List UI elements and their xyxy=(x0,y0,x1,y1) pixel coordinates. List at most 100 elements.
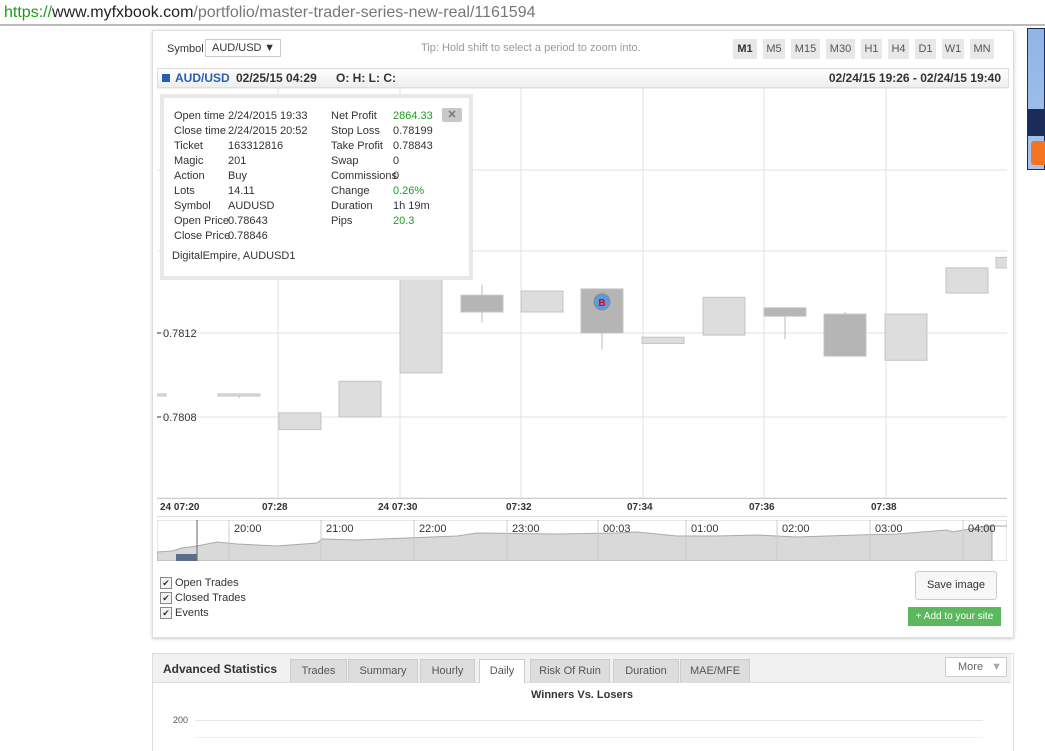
gridline xyxy=(195,737,983,738)
zoom-tip: Tip: Hold shift to select a period to zo… xyxy=(421,42,641,54)
header-symbol: AUD/USD xyxy=(175,71,230,85)
timeframe-h4[interactable]: H4 xyxy=(888,39,909,59)
tooltip-label: Symbol xyxy=(174,200,211,212)
candle-body xyxy=(460,294,504,313)
gridline xyxy=(195,720,983,721)
tab-trades[interactable]: Trades xyxy=(290,659,347,682)
candle[interactable] xyxy=(641,336,685,344)
candle[interactable] xyxy=(217,393,261,399)
candle-body xyxy=(157,393,167,397)
candle[interactable] xyxy=(995,256,1007,269)
timeframe-m1[interactable]: M1 xyxy=(733,39,757,59)
header-range: 02/24/15 19:26 - 02/24/15 19:40 xyxy=(828,71,1001,85)
tooltip-label: Duration xyxy=(331,200,373,212)
candle[interactable] xyxy=(823,312,867,357)
tooltip-value: Buy xyxy=(228,170,247,182)
checkbox-open-trades[interactable]: ✔ Open Trades xyxy=(160,577,246,589)
checkbox-checked-icon[interactable]: ✔ xyxy=(160,592,172,604)
y-tick: 200 xyxy=(173,715,189,725)
tooltip-value: 0.78843 xyxy=(393,140,433,152)
timeframe-w1[interactable]: W1 xyxy=(942,39,964,59)
tooltip-label: Close Price xyxy=(174,230,231,242)
dropdown-arrow-icon: ▼ xyxy=(991,661,1002,673)
chart-header: AUD/USD 02/25/15 04:29 O: H: L: C: 02/24… xyxy=(157,68,1009,88)
navigator[interactable]: 20:00 21:00 22:00 23:00 00:03 01:00 02:00 03:00… xyxy=(157,520,1007,561)
tooltip-value: 0.78643 xyxy=(228,215,268,227)
tab-summary[interactable]: Summary xyxy=(348,659,418,682)
candle[interactable] xyxy=(763,307,807,340)
timeframe-m30[interactable]: M30 xyxy=(826,39,855,59)
tooltip-label: Change xyxy=(331,185,370,197)
tooltip-label: Open time xyxy=(174,110,225,122)
tooltip-value: 0.26% xyxy=(393,185,425,197)
y-tick-label: 0.7808 xyxy=(163,412,197,424)
tooltip-label: Open Price xyxy=(174,215,230,227)
candle[interactable] xyxy=(460,284,504,323)
checkbox-checked-icon[interactable]: ✔ xyxy=(160,607,172,619)
timeframe-m5[interactable]: M5 xyxy=(763,39,785,59)
tooltip-label: Swap xyxy=(331,155,359,167)
tab-duration[interactable]: Duration xyxy=(613,659,679,682)
candle-body xyxy=(995,256,1007,269)
navigator-label: 01:00 xyxy=(691,523,719,535)
candle-body xyxy=(520,290,564,313)
x-tick-label: 07:34 xyxy=(627,502,653,513)
checkbox-checked-icon[interactable]: ✔ xyxy=(160,577,172,589)
tooltip-value: 20.3 xyxy=(393,215,415,227)
tooltip-label: Action xyxy=(174,170,205,182)
candle[interactable] xyxy=(338,380,382,418)
candle-body xyxy=(399,269,443,374)
checkbox-label: Events xyxy=(175,607,209,619)
tooltip-label: Lots xyxy=(174,185,195,197)
checkbox-label: Open Trades xyxy=(175,577,239,589)
tooltip-value: 201 xyxy=(228,155,247,167)
add-to-site-button[interactable]: + Add to your site xyxy=(908,607,1001,626)
timeframe-buttons: M1 M5 M15 M30 H1 H4 D1 W1 MN xyxy=(733,39,994,59)
timeframe-d1[interactable]: D1 xyxy=(915,39,936,59)
tooltip-value: 14.11 xyxy=(228,185,255,197)
candle[interactable] xyxy=(884,313,928,361)
x-tick-label: 07:38 xyxy=(871,502,897,513)
address-bar[interactable]: https://www.myfxbook.com/portfolio/maste… xyxy=(0,0,1045,26)
timeframe-h1[interactable]: H1 xyxy=(861,39,882,59)
checkbox-closed-trades[interactable]: ✔ Closed Trades xyxy=(160,592,246,604)
tab-mae-mfe[interactable]: MAE/MFE xyxy=(680,659,750,682)
symbol-select[interactable]: AUD/USD ▼ xyxy=(205,39,281,57)
candle-body xyxy=(338,380,382,418)
candle-body xyxy=(702,296,746,336)
more-dropdown[interactable]: More ▼ xyxy=(945,657,1007,677)
candle[interactable] xyxy=(399,269,443,374)
candle[interactable] xyxy=(702,296,746,336)
x-tick-label: 24 07:30 xyxy=(378,502,418,513)
tooltip-label: Magic xyxy=(174,155,204,167)
save-image-button[interactable]: Save image xyxy=(915,571,997,600)
candle[interactable] xyxy=(278,412,322,431)
candle[interactable]: B xyxy=(580,288,624,350)
candle[interactable] xyxy=(520,290,564,313)
close-icon[interactable]: ✕ xyxy=(442,108,462,122)
stats-chart-title: Winners Vs. Losers xyxy=(531,689,633,701)
header-ohlc: O: H: L: C: xyxy=(336,71,396,85)
x-tick-label: 07:32 xyxy=(506,502,532,513)
tooltip-value: 2864.33 xyxy=(393,110,433,122)
tooltip-value: 2/24/2015 19:33 xyxy=(228,110,308,122)
timeframe-mn[interactable]: MN xyxy=(970,39,994,59)
candle-body xyxy=(641,336,685,344)
tab-hourly[interactable]: Hourly xyxy=(420,659,475,682)
ad-banner[interactable] xyxy=(1027,28,1045,170)
tab-daily[interactable]: Daily xyxy=(479,659,525,683)
candle[interactable] xyxy=(157,393,167,397)
checkbox-events[interactable]: ✔ Events xyxy=(160,607,246,619)
candle[interactable] xyxy=(945,267,989,294)
candle-body xyxy=(945,267,989,294)
tooltip-value: AUDUSD xyxy=(228,200,275,212)
navigator-selection[interactable] xyxy=(176,554,197,561)
tooltip-label: Take Profit xyxy=(331,140,383,152)
navigator-label: 22:00 xyxy=(419,523,447,535)
tooltip-label: Commissions xyxy=(331,170,398,182)
candle-body xyxy=(217,393,261,397)
tab-risk-of-ruin[interactable]: Risk Of Ruin xyxy=(530,659,610,682)
navigator-label: 04:00 xyxy=(968,523,996,535)
symbol-label: Symbol xyxy=(167,43,204,55)
timeframe-m15[interactable]: M15 xyxy=(791,39,820,59)
